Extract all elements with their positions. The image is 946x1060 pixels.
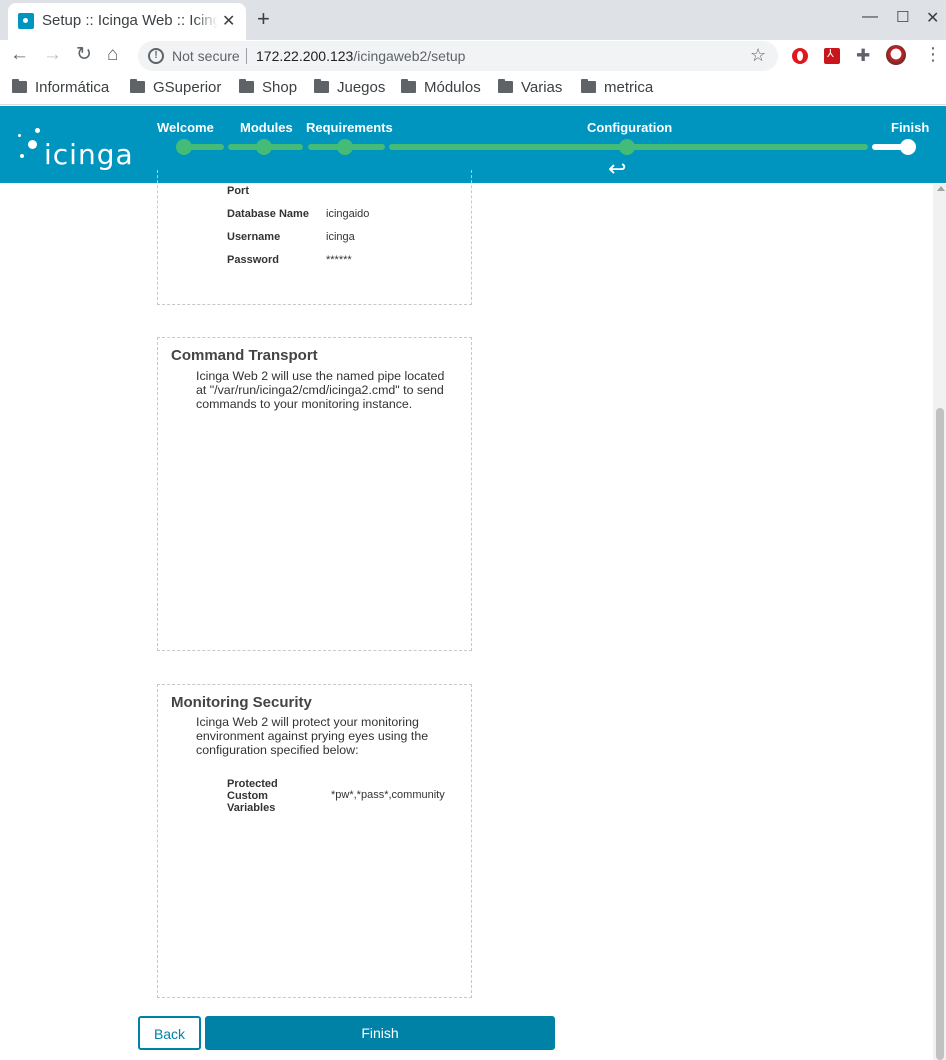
tab-title: Setup :: Icinga Web :: Icinga Web [42, 12, 218, 29]
folder-icon [401, 79, 416, 93]
browser-tab[interactable]: Setup :: Icinga Web :: Icinga Web ✕ [8, 3, 246, 40]
bookmark-label: Shop [262, 79, 298, 96]
url-host: 172.22.200.123 [256, 48, 354, 64]
bookmark-folder[interactable]: metrica [581, 79, 653, 96]
profile-avatar-icon[interactable] [886, 45, 906, 65]
bookmark-folder[interactable]: Juegos [314, 79, 385, 96]
browser-toolbar: ← → ↻ ⌂ ! Not secure 172.22.200.123/icin… [0, 40, 946, 72]
command-transport-box: Command Transport Icinga Web 2 will use … [157, 337, 472, 651]
minimize-icon[interactable]: — [862, 8, 878, 26]
bookmark-label: Informática [35, 79, 110, 96]
bookmark-folder[interactable]: Varias [498, 79, 562, 96]
close-tab-icon[interactable]: ✕ [222, 11, 235, 31]
home-icon[interactable]: ⌂ [107, 44, 118, 66]
folder-icon [498, 79, 513, 93]
protected-vars-label: Protected Custom Variables [227, 778, 278, 814]
bookmark-star-icon[interactable]: ☆ [750, 45, 766, 66]
back-button[interactable]: Back [138, 1016, 201, 1050]
browser-menu-icon[interactable]: ⋮ [924, 44, 942, 65]
command-transport-text: Icinga Web 2 will use the named pipe loc… [196, 369, 445, 411]
header-overlay [0, 106, 946, 183]
password-label: Password [227, 254, 279, 266]
extensions-puzzle-icon[interactable]: ✚ [856, 46, 870, 66]
database-name-label: Database Name [227, 208, 309, 220]
folder-icon [314, 79, 329, 93]
folder-icon [130, 79, 145, 93]
opera-extension-icon[interactable] [792, 48, 808, 64]
protected-vars-value: *pw*,*pass*,community [331, 789, 445, 801]
scroll-up-arrow-icon[interactable] [937, 186, 945, 191]
bookmark-folder[interactable]: Shop [239, 79, 297, 96]
omnibox-divider [246, 48, 247, 64]
folder-icon [239, 79, 254, 93]
monitoring-security-box: Monitoring Security Icinga Web 2 will pr… [157, 684, 472, 998]
scrollbar-thumb[interactable] [936, 408, 944, 1060]
bookmark-label: Juegos [337, 79, 386, 96]
browser-tabstrip: Setup :: Icinga Web :: Icinga Web ✕ + — … [0, 0, 946, 40]
monitoring-security-title: Monitoring Security [171, 694, 312, 711]
bookmark-label: Varias [521, 79, 563, 96]
database-summary-box: Port Database Name icingaido Username ic… [157, 170, 472, 305]
folder-icon [12, 79, 27, 93]
new-tab-icon[interactable]: + [257, 7, 270, 31]
bookmark-folder[interactable]: Informática [12, 79, 109, 96]
monitoring-security-text: Icinga Web 2 will protect your monitorin… [196, 715, 429, 757]
url-text[interactable]: 172.22.200.123/icingaweb2/setup [256, 48, 465, 64]
url-path: /icingaweb2/setup [353, 48, 466, 64]
bookmark-label: metrica [604, 79, 654, 96]
address-bar[interactable]: ! Not secure 172.22.200.123/icingaweb2/s… [138, 41, 778, 71]
warning-icon[interactable]: ! [148, 48, 164, 64]
database-name-value: icingaido [326, 208, 370, 220]
security-label[interactable]: Not secure [172, 48, 240, 64]
folder-icon [581, 79, 596, 93]
command-transport-title: Command Transport [171, 347, 318, 364]
window-close-icon[interactable]: ✕ [926, 8, 939, 28]
finish-button[interactable]: Finish [205, 1016, 555, 1050]
pdf-extension-icon[interactable] [824, 47, 840, 64]
password-value: ****** [326, 254, 352, 266]
bookmark-folder[interactable]: Módulos [401, 79, 481, 96]
port-label: Port [227, 185, 249, 197]
reload-icon[interactable]: ↻ [76, 44, 92, 66]
bookmarks-bar: Informática GSuperior Shop Juegos Módulo… [0, 72, 946, 105]
username-value: icinga [326, 231, 355, 243]
bookmark-folder[interactable]: GSuperior [130, 79, 221, 96]
maximize-icon[interactable]: ☐ [896, 8, 909, 26]
icinga-favicon-icon [18, 13, 34, 29]
bookmark-label: Módulos [424, 79, 481, 96]
username-label: Username [227, 231, 281, 243]
bookmark-label: GSuperior [153, 79, 222, 96]
forward-nav-icon[interactable]: → [43, 44, 62, 66]
back-nav-icon[interactable]: ← [10, 44, 29, 66]
